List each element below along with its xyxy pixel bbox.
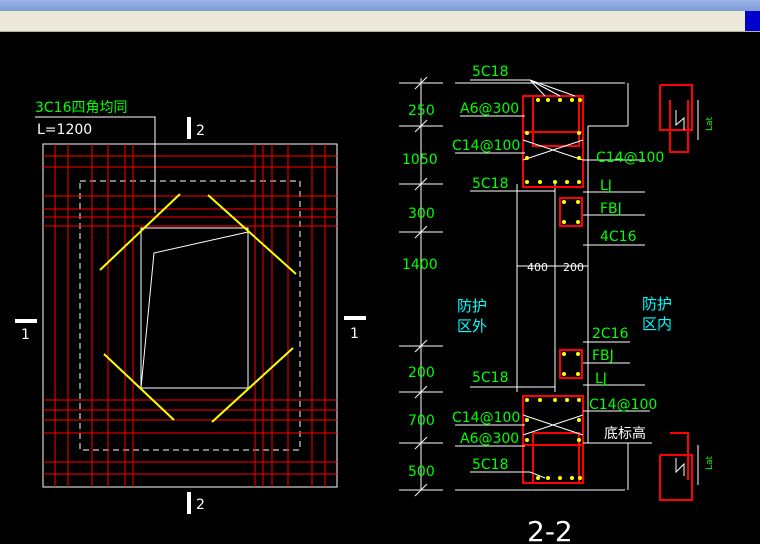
plan-opening-hatch: [140, 231, 249, 389]
width-dim-400: 400: [527, 261, 548, 274]
section-cut-marker-bottom: [187, 492, 191, 514]
label-fbj-top: FBJ: [600, 201, 622, 217]
toolbar-scroll-button[interactable]: [745, 11, 760, 31]
label-side-bottom-left: C14@100: [452, 410, 520, 426]
section-label-right: 1: [350, 326, 359, 342]
plan-length-note: L=1200: [37, 122, 92, 138]
label-outside-zone: 防护区外: [457, 297, 487, 335]
label-side-bottom-right: C14@100: [589, 397, 657, 413]
dim-1050: 1050: [402, 152, 438, 168]
dim-700: 700: [408, 413, 435, 429]
section-label-left: 1: [21, 327, 30, 343]
label-lj-bottom: LJ: [595, 371, 607, 387]
top-beam-cross: [522, 139, 584, 161]
label-inside-zone: 防护区内: [642, 295, 672, 333]
section-view: 250 1050 300 1400 200 700 500 400 200 5C…: [399, 64, 715, 544]
anchor-label-bottom: Lat: [705, 455, 715, 470]
section-label-top: 2: [196, 123, 205, 139]
bottom-beam-rebar: [522, 349, 584, 484]
label-side-top-right: C14@100: [596, 150, 664, 166]
dim-300: 300: [408, 206, 435, 222]
section-cut-marker-right: [344, 316, 366, 320]
label-stirrup-top: A6@300: [460, 101, 519, 117]
anchor-label-top: Lat: [705, 116, 715, 131]
label-4c16: 4C16: [600, 229, 637, 245]
section-cut-marker-left: [15, 319, 37, 323]
section-cut-marker-top: [187, 117, 191, 139]
label-bottom-elevation: 底标高: [604, 425, 646, 442]
label-stirrup-bottom: A6@300: [460, 431, 519, 447]
label-side-top-left: C14@100: [452, 138, 520, 154]
top-beam-rebar: [522, 95, 584, 227]
window-title-bar: [0, 0, 760, 11]
label-bottom-bars-top-beam: 5C18: [472, 176, 509, 192]
section-label-bottom: 2: [196, 497, 205, 513]
dim-200: 200: [408, 365, 435, 381]
plan-rebar-grid: [43, 144, 337, 487]
cad-drawing-canvas[interactable]: 3C16四角均同 L=1200 2 2 1 1 250 1050 300 140…: [0, 31, 760, 544]
dim-1400: 1400: [402, 257, 438, 273]
toolbar: [0, 11, 760, 32]
label-fbj-bottom: FBJ: [592, 348, 614, 364]
label-2c16: 2C16: [592, 326, 629, 342]
dim-500: 500: [408, 464, 435, 480]
label-bottom-bars: 5C18: [472, 457, 509, 473]
plan-view: 3C16四角均同 L=1200 2 2 1 1: [15, 100, 366, 514]
section-title: 2-2: [527, 515, 573, 544]
label-lj-top: LJ: [600, 178, 612, 194]
plan-outer-outline: [42, 143, 338, 488]
label-top-bars: 5C18: [472, 64, 509, 80]
label-top-bars-bottom-beam: 5C18: [472, 370, 509, 386]
width-dim-200: 200: [563, 261, 584, 274]
plan-rebar-note: 3C16四角均同: [35, 100, 128, 116]
dim-250: 250: [408, 103, 435, 119]
